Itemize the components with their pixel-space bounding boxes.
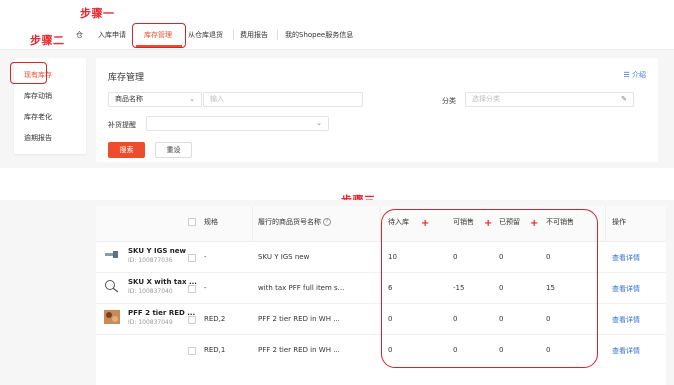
category-picker[interactable]: 选择分类 ✎ [465,92,634,107]
cell-spec: - [204,253,207,261]
product-name-select-value: 商品名称 [115,95,143,103]
help-icon[interactable]: ? [323,218,331,226]
tab-divider [277,30,278,40]
filter-panel: 库存管理 ☰ 介绍 商品名称 ⌄ 输入 分类 选择分类 ✎ 补货提醒 ⌄ 搜索 … [96,58,658,162]
product-id: ID: 100877036 [128,257,173,264]
cell-fulfilled: PFF 2 tier RED in WH ... [258,346,340,354]
reset-button[interactable]: 重设 [155,142,192,158]
edit-icon: ✎ [621,95,627,103]
replenish-select[interactable]: ⌄ [146,116,329,131]
annotation-oval-quantities [381,209,598,368]
product-id: ID: 100837040 [128,288,173,295]
sidebar-item-stock-movement[interactable]: 库存动销 [24,91,52,101]
cell-spec: RED,1 [204,346,226,354]
page-title: 库存管理 [108,73,145,83]
view-details-link[interactable]: 查看详情 [612,346,640,356]
annotation-box-sidebar [10,62,47,84]
header-spec: 规格 [204,218,218,226]
intro-link[interactable]: ☰ 介绍 [623,70,646,80]
annotation-step1: 步骤一 [80,7,115,20]
cell-fulfilled: with tax PFF full item s... [258,284,345,292]
product-name[interactable]: PFF 2 tier RED ... [128,309,195,317]
sidebar-item-stock-aging[interactable]: 库存老化 [24,112,52,122]
annotation-step2: 步骤二 [30,34,65,47]
view-details-link[interactable]: 查看详情 [612,253,640,263]
column-divider [605,206,606,242]
chevron-down-icon: ⌄ [316,119,322,127]
column-divider [252,206,253,242]
annotation-plus-icon: + [421,218,430,229]
category-picker-placeholder: 选择分类 [472,95,500,103]
list-icon: ☰ [623,71,632,79]
product-thumbnail [104,310,120,324]
cell-spec: RED,2 [204,315,226,323]
header-fulfilled-sku-label: 履行的商品货号名称 [258,218,321,226]
tab-my-shopee-service[interactable]: 我的Shopee服务信息 [285,30,353,40]
row-checkbox[interactable] [188,285,196,293]
row-checkbox[interactable] [188,316,196,324]
row-checkbox[interactable] [188,254,196,262]
tab-partial[interactable]: 仓 [76,30,83,40]
view-details-link[interactable]: 查看详情 [612,284,640,294]
sidebar-item-overdue-report[interactable]: 逾期报告 [24,133,52,143]
row-checkbox[interactable] [188,347,196,355]
search-button[interactable]: 搜索 [108,142,145,158]
cell-fulfilled: PFF 2 tier RED in WH ... [258,315,340,323]
annotation-box-tab [132,23,186,48]
product-name-select[interactable]: 商品名称 ⌄ [108,92,202,107]
cell-spec: - [204,284,207,292]
intro-label: 介绍 [632,71,646,79]
annotation-plus-icon: + [484,218,493,229]
tab-inbound-request[interactable]: 入库申请 [98,30,126,40]
tab-return-from-warehouse[interactable]: 从仓库退货 [188,30,223,40]
chevron-down-icon: ⌄ [189,95,195,103]
category-label: 分类 [442,97,456,105]
annotation-plus-icon: + [530,218,539,229]
product-name[interactable]: SKU X with tax ... [128,278,197,286]
tab-fee-report[interactable]: 费用报告 [240,30,268,40]
cell-fulfilled: SKU Y IGS new [258,253,310,261]
header-action: 操作 [612,218,626,226]
product-name[interactable]: SKU Y IGS new [128,247,186,255]
tab-divider [233,30,234,40]
product-search-input[interactable]: 输入 [203,92,363,107]
product-thumbnail [105,251,118,258]
view-details-link[interactable]: 查看详情 [612,315,640,325]
select-all-checkbox[interactable] [188,218,196,226]
header-fulfilled-sku: 履行的商品货号名称? [258,217,331,227]
replenish-label: 补货提醒 [108,121,136,129]
product-id: ID: 100837049 [128,319,173,326]
top-nav: 仓 入库申请 库存管理 从仓库退货 费用报告 我的Shopee服务信息 [0,22,674,50]
product-thumbnail [105,280,119,293]
